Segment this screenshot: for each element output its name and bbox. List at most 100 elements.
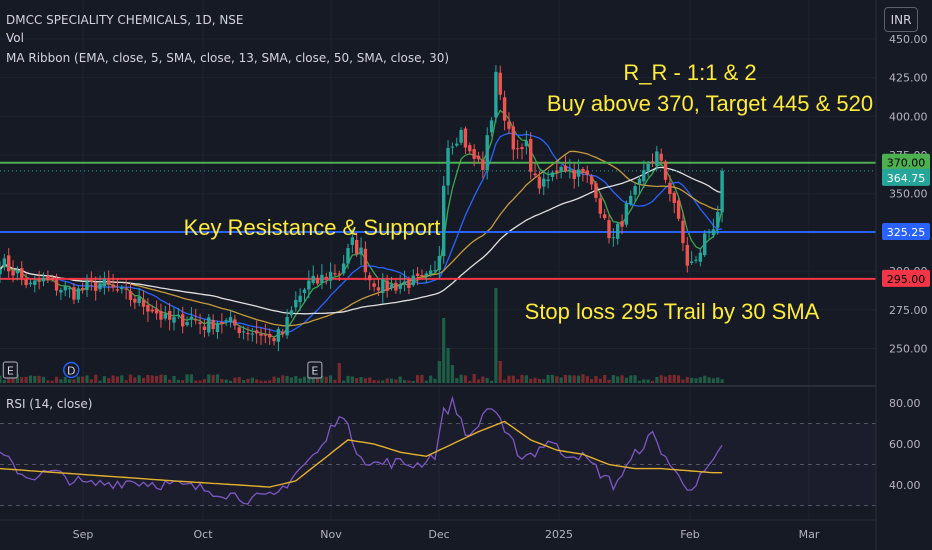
candle-body[interactable]: [446, 148, 450, 186]
candle-body[interactable]: [450, 146, 455, 148]
candle-body[interactable]: [511, 126, 515, 150]
candle-body[interactable]: [80, 287, 85, 291]
candle-body[interactable]: [515, 148, 520, 150]
candle-body[interactable]: [468, 145, 472, 152]
candle-body[interactable]: [250, 333, 254, 335]
candle-body[interactable]: [720, 170, 724, 213]
candle-body[interactable]: [589, 176, 594, 185]
candle-body[interactable]: [363, 248, 368, 273]
candle-body[interactable]: [46, 275, 50, 281]
candle-body[interactable]: [0, 269, 2, 275]
candle-body[interactable]: [198, 322, 202, 324]
candle-body[interactable]: [533, 173, 537, 176]
candle-body[interactable]: [268, 333, 272, 338]
candle-body[interactable]: [411, 275, 415, 286]
candle-body[interactable]: [241, 331, 246, 333]
candle-body[interactable]: [476, 155, 481, 160]
candle-body[interactable]: [355, 240, 359, 254]
candle-body[interactable]: [415, 273, 420, 276]
candle-body[interactable]: [59, 290, 63, 293]
candle-body[interactable]: [629, 195, 633, 205]
candle-body[interactable]: [246, 332, 250, 335]
candle-body[interactable]: [337, 273, 341, 275]
candle-body[interactable]: [459, 129, 463, 143]
candle-body[interactable]: [616, 223, 620, 239]
candle-body[interactable]: [624, 203, 629, 225]
candle-body[interactable]: [407, 279, 411, 289]
candle-body[interactable]: [537, 176, 542, 189]
candle-body[interactable]: [307, 280, 311, 290]
candle-body[interactable]: [637, 178, 642, 184]
candle-body[interactable]: [320, 274, 324, 283]
candle-body[interactable]: [389, 284, 394, 289]
candle-body[interactable]: [24, 279, 28, 286]
candle-body[interactable]: [420, 274, 424, 276]
candle-body[interactable]: [372, 283, 376, 287]
candle-body[interactable]: [324, 276, 328, 279]
candle-body[interactable]: [259, 333, 263, 336]
candle-body[interactable]: [315, 277, 320, 284]
candle-body[interactable]: [63, 286, 67, 291]
candle-body[interactable]: [98, 283, 102, 290]
candle-body[interactable]: [102, 278, 107, 287]
candle-body[interactable]: [115, 289, 120, 291]
candle-body[interactable]: [489, 120, 494, 133]
candle-body[interactable]: [711, 229, 716, 236]
candle-body[interactable]: [485, 135, 489, 170]
candle-body[interactable]: [294, 299, 298, 308]
candle-body[interactable]: [550, 172, 555, 177]
candle-body[interactable]: [376, 287, 381, 291]
candle-body[interactable]: [7, 255, 11, 272]
candle-body[interactable]: [159, 310, 163, 320]
candle-body[interactable]: [650, 161, 655, 163]
candle-body[interactable]: [463, 128, 468, 148]
candle-body[interactable]: [85, 281, 89, 291]
candle-body[interactable]: [76, 288, 80, 300]
candle-body[interactable]: [542, 178, 546, 187]
candle-body[interactable]: [498, 72, 502, 95]
candle-body[interactable]: [437, 256, 442, 271]
candle-body[interactable]: [655, 151, 659, 166]
candle-body[interactable]: [302, 289, 307, 293]
candle-body[interactable]: [385, 280, 389, 291]
candle-body[interactable]: [263, 334, 268, 336]
candle-body[interactable]: [598, 198, 602, 214]
candle-body[interactable]: [137, 296, 141, 303]
candle-body[interactable]: [368, 275, 372, 281]
candle-body[interactable]: [211, 319, 215, 330]
candle-body[interactable]: [220, 322, 224, 325]
candle-body[interactable]: [228, 317, 233, 323]
candle-body[interactable]: [402, 281, 407, 285]
candle-body[interactable]: [633, 186, 637, 195]
candle-body[interactable]: [207, 317, 211, 333]
candle-body[interactable]: [428, 270, 433, 275]
candle-body[interactable]: [128, 291, 133, 300]
candle-body[interactable]: [176, 314, 181, 316]
candle-body[interactable]: [507, 121, 511, 129]
candle-body[interactable]: [620, 221, 624, 227]
candle-body[interactable]: [424, 273, 428, 276]
trading-chart[interactable]: E D E R_R - 1:1 & 2 Buy above 370, Target …: [0, 0, 932, 550]
candle-body[interactable]: [67, 288, 72, 290]
candle-body[interactable]: [289, 310, 294, 316]
candle-body[interactable]: [555, 170, 559, 173]
candle-body[interactable]: [54, 279, 59, 291]
candle-body[interactable]: [202, 326, 207, 331]
candle-body[interactable]: [189, 316, 194, 320]
candle-body[interactable]: [494, 71, 498, 118]
currency-button[interactable]: INR: [884, 7, 918, 32]
candle-body[interactable]: [676, 200, 681, 219]
candle-body[interactable]: [20, 268, 24, 278]
candle-body[interactable]: [520, 147, 524, 150]
candle-body[interactable]: [642, 170, 646, 182]
candle-body[interactable]: [568, 169, 572, 171]
candle-body[interactable]: [28, 282, 33, 285]
candle-body[interactable]: [107, 280, 111, 285]
candle-body[interactable]: [572, 169, 576, 179]
candle-body[interactable]: [311, 275, 315, 283]
candle-body[interactable]: [472, 149, 476, 159]
candle-body[interactable]: [141, 299, 146, 307]
candle-body[interactable]: [581, 169, 585, 173]
candle-body[interactable]: [281, 331, 285, 334]
candle-body[interactable]: [563, 165, 568, 172]
